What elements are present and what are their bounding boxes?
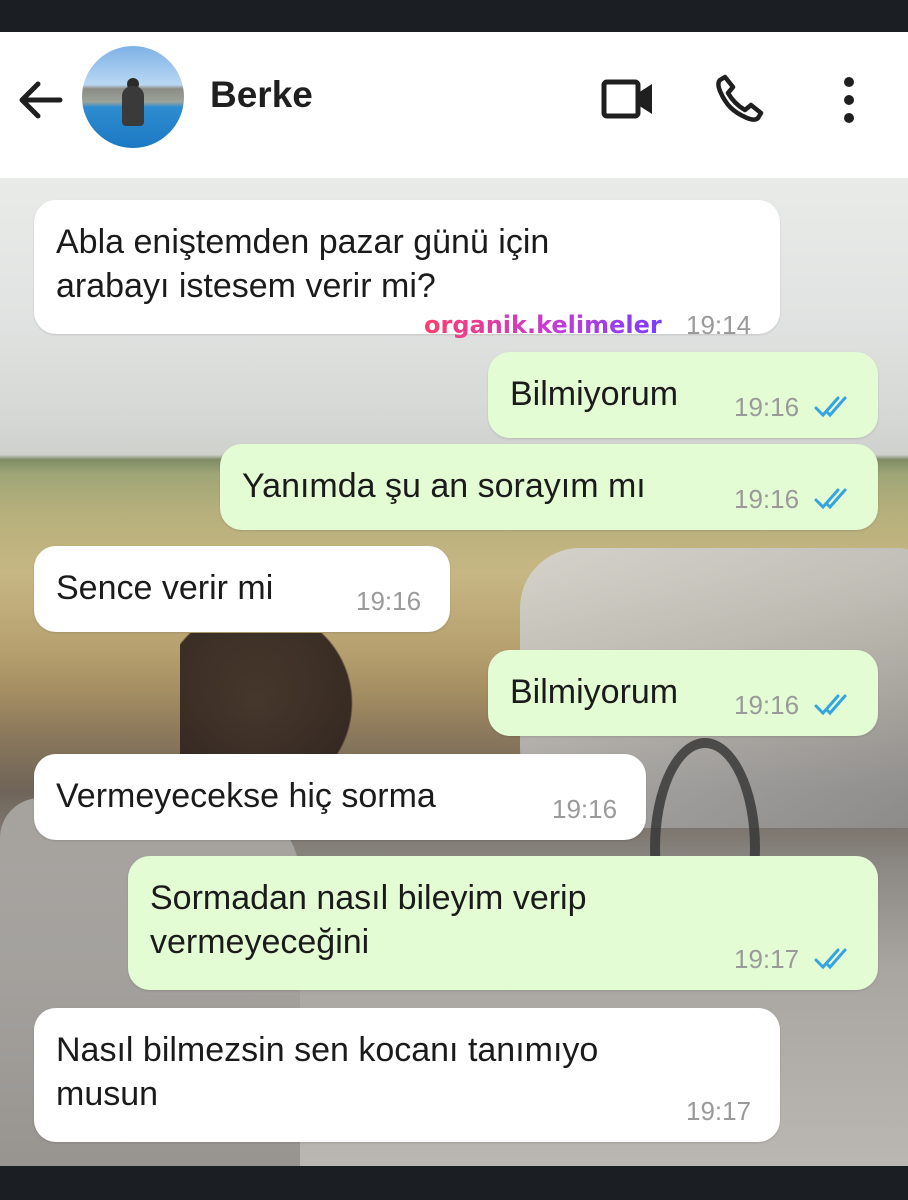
message-text: Abla eniştemden pazar günü için arabayı … <box>56 223 550 305</box>
message-incoming[interactable]: Vermeyecekse hiç sorma 19:16 <box>34 754 646 840</box>
watermark-text: organik.kelimeler <box>424 311 662 339</box>
avatar[interactable] <box>82 46 184 148</box>
screenshot-frame: Berke Abla eniştemden pazar günü için ar… <box>0 0 908 1200</box>
message-outgoing[interactable]: Sormadan nasıl bileyim verip vermeyeceği… <box>128 856 878 990</box>
message-text: Yanımda şu an sorayım mı <box>242 467 646 505</box>
message-time: 19:16 <box>734 392 800 422</box>
message-outgoing[interactable]: Bilmiyorum 19:16 <box>488 352 878 438</box>
message-text: Vermeyecekse hiç sorma <box>56 777 436 815</box>
message-text: Sence verir mi <box>56 569 274 607</box>
double-check-icon <box>814 694 847 716</box>
message-time: 19:16 <box>734 690 800 720</box>
more-vertical-icon[interactable] <box>834 74 864 126</box>
message-incoming[interactable]: Abla eniştemden pazar günü için arabayı … <box>34 200 780 340</box>
message-text: Bilmiyorum <box>510 375 679 413</box>
double-check-icon <box>814 396 847 418</box>
message-time: 19:16 <box>552 794 618 824</box>
phone-icon[interactable] <box>712 72 766 126</box>
bottom-bar <box>0 1166 908 1200</box>
arrow-left-icon[interactable] <box>16 78 66 122</box>
message-time: 19:17 <box>686 1096 752 1126</box>
video-camera-icon[interactable] <box>600 76 656 122</box>
message-text: Bilmiyorum <box>510 673 679 711</box>
message-text: Sormadan nasıl bileyim verip vermeyeceği… <box>150 879 587 961</box>
avatar-figure <box>122 86 144 126</box>
double-check-icon <box>814 948 847 970</box>
message-outgoing[interactable]: Bilmiyorum 19:16 <box>488 650 878 736</box>
contact-name[interactable]: Berke <box>210 74 313 116</box>
message-time: 19:14 <box>686 310 752 340</box>
message-incoming[interactable]: Nasıl bilmezsin sen kocanı tanımıyo musu… <box>34 1008 780 1142</box>
message-time: 19:16 <box>734 484 800 514</box>
double-check-icon <box>814 488 847 510</box>
message-time: 19:16 <box>356 586 422 616</box>
message-incoming[interactable]: Sence verir mi 19:16 <box>34 546 450 632</box>
chat-header: Berke <box>0 32 908 178</box>
message-time: 19:17 <box>734 944 800 974</box>
message-outgoing[interactable]: Yanımda şu an sorayım mı 19:16 <box>220 444 878 530</box>
message-text: Nasıl bilmezsin sen kocanı tanımıyo musu… <box>56 1031 599 1113</box>
